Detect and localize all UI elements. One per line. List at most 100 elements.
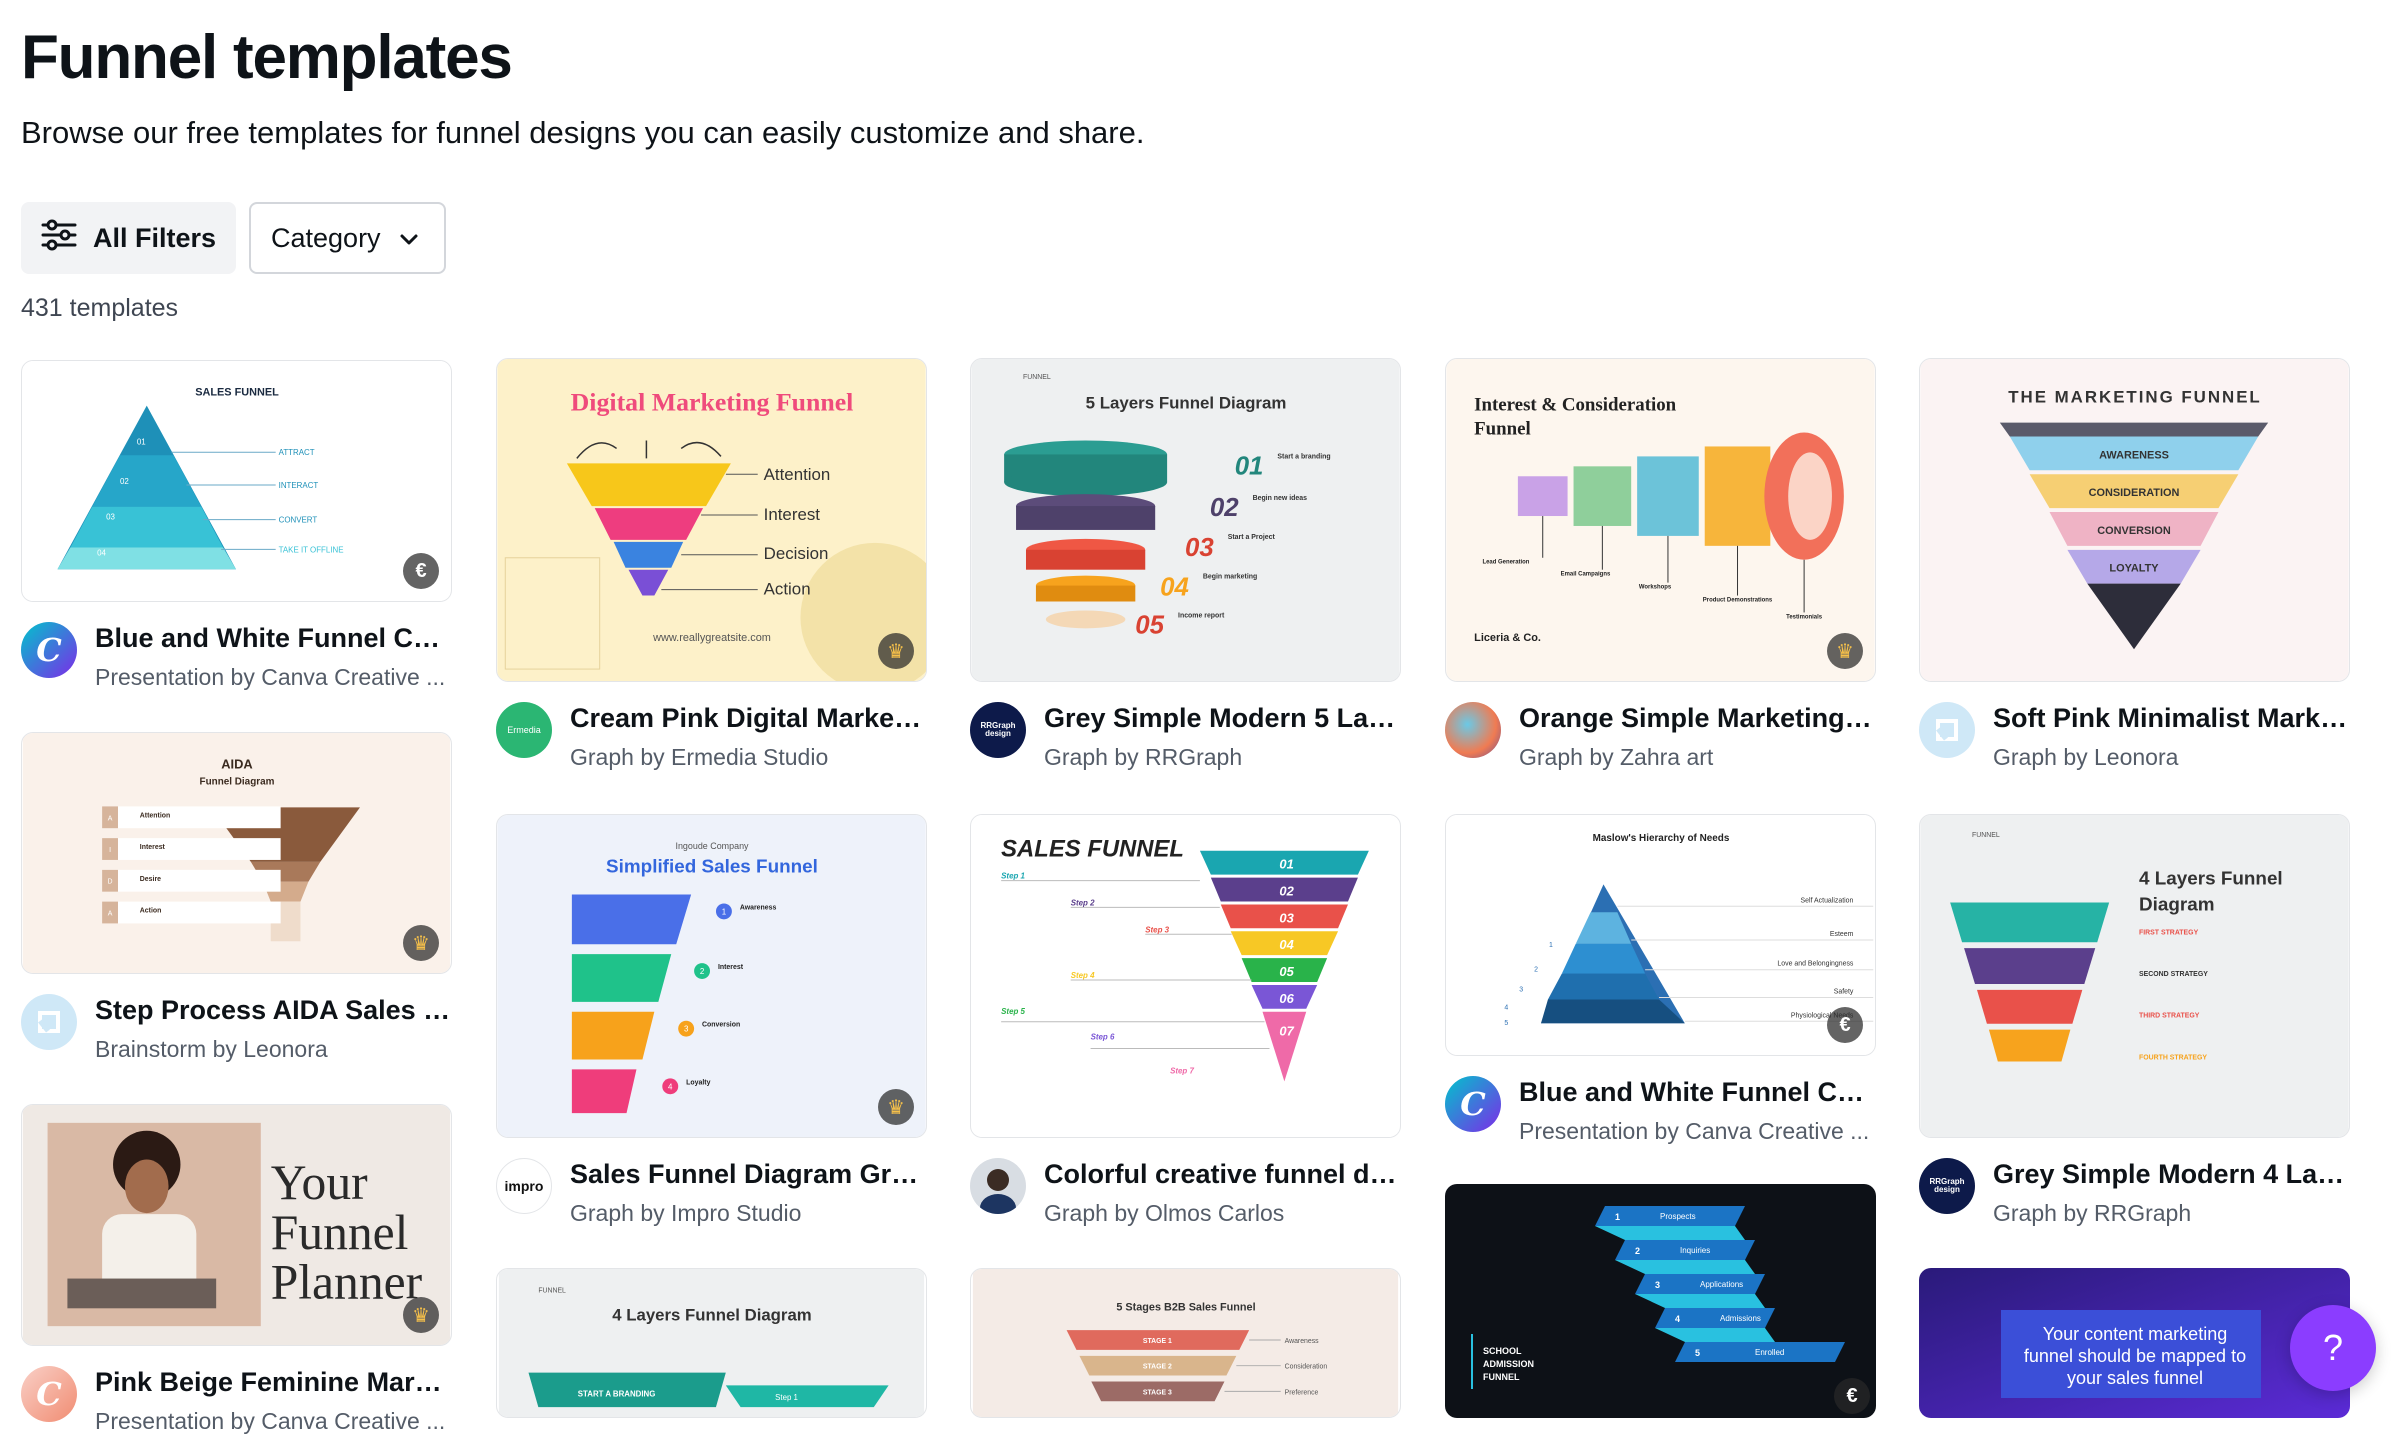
template-thumbnail[interactable]: Interest & Consideration Funnel Lead Gen… xyxy=(1445,358,1876,682)
svg-text:Step 1: Step 1 xyxy=(775,1393,798,1402)
svg-text:Prospects: Prospects xyxy=(1660,1212,1696,1221)
template-thumbnail[interactable]: Your content marketing funnel should be … xyxy=(1919,1268,2350,1418)
card-author[interactable]: Presentation by Canva Creative ... xyxy=(95,664,452,691)
card-author[interactable]: Graph by RRGraph xyxy=(1044,744,1401,771)
card-title[interactable]: Step Process AIDA Sales Fu... xyxy=(95,994,452,1028)
svg-text:Ingoude Company: Ingoude Company xyxy=(675,841,749,851)
template-card[interactable]: Prospects Inquiries Applications Admissions… xyxy=(1445,1184,1876,1418)
svg-text:Inquiries: Inquiries xyxy=(1680,1246,1710,1255)
svg-text:Start a Project: Start a Project xyxy=(1228,534,1276,541)
svg-text:Step 1: Step 1 xyxy=(1001,872,1025,881)
svg-text:THE MARKETING FUNNEL: THE MARKETING FUNNEL xyxy=(2008,388,2261,407)
svg-text:Attention: Attention xyxy=(140,812,170,819)
paid-badge: € xyxy=(1827,1007,1863,1043)
template-thumbnail[interactable]: Ingoude Company Simplified Sales Funnel … xyxy=(496,814,927,1138)
template-thumbnail[interactable]: SALES FUNNEL 01 02 03 04 05 06 07 Step 1 Step 2… xyxy=(970,814,1401,1138)
template-card[interactable]: 5 Stages B2B Sales Funnel STAGE 1 STAGE 2… xyxy=(970,1268,1401,1418)
template-card[interactable]: Digital Marketing Funnel Attention Intere… xyxy=(496,358,927,771)
template-card[interactable]: Interest & Consideration Funnel Lead Gen… xyxy=(1445,358,1876,771)
card-title[interactable]: Grey Simple Modern 5 Laye... xyxy=(1044,702,1401,736)
svg-text:AWARENESS: AWARENESS xyxy=(2099,449,2169,461)
template-card[interactable]: Your content marketing funnel should be … xyxy=(1919,1268,2350,1418)
template-card[interactable]: Maslow's Hierarchy of Needs Self Actuali… xyxy=(1445,814,1876,1145)
template-thumbnail[interactable]: THE MARKETING FUNNEL AWARENESS CONSIDERAT… xyxy=(1919,358,2350,682)
template-card[interactable]: SALES FUNNEL 01 02 03 04 05 06 07 Step 1 Step 2… xyxy=(970,814,1401,1227)
svg-text:LOYALTY: LOYALTY xyxy=(2109,563,2159,575)
card-author[interactable]: Brainstorm by Leonora xyxy=(95,1036,452,1063)
card-author[interactable]: Graph by Olmos Carlos xyxy=(1044,1200,1401,1227)
svg-text:funnel should be mapped to: funnel should be mapped to xyxy=(2024,1346,2246,1366)
svg-text:FUNNEL: FUNNEL xyxy=(1972,832,2000,839)
card-author[interactable]: Graph by Zahra art xyxy=(1519,744,1876,771)
svg-text:ATTRACT: ATTRACT xyxy=(279,448,315,457)
card-author[interactable]: Presentation by Canva Creative ... xyxy=(1519,1118,1876,1145)
svg-text:Interest: Interest xyxy=(140,844,166,851)
template-thumbnail[interactable]: AIDA Funnel Diagram AIDA Attention Intere… xyxy=(21,732,452,974)
avatar: Ermedia xyxy=(496,702,552,758)
template-card[interactable]: Your Funnel Planner ♛ C Pink Beige Femin… xyxy=(21,1104,452,1435)
svg-text:Begin new ideas: Begin new ideas xyxy=(1253,495,1308,502)
svg-text:START A BRANDING: START A BRANDING xyxy=(578,1389,656,1398)
svg-text:Interest: Interest xyxy=(718,964,744,971)
page-title: Funnel templates xyxy=(21,23,513,92)
template-card[interactable]: FUNNEL 5 Layers Funnel Diagram 01 02 03 … xyxy=(970,358,1401,771)
svg-text:Step 5: Step 5 xyxy=(1001,1007,1025,1016)
all-filters-button[interactable]: All Filters xyxy=(21,202,236,274)
svg-text:INTERACT: INTERACT xyxy=(279,481,319,490)
svg-text:Digital Marketing Funnel: Digital Marketing Funnel xyxy=(571,388,854,417)
template-thumbnail[interactable]: Prospects Inquiries Applications Admissions… xyxy=(1445,1184,1876,1418)
template-thumbnail[interactable]: SALES FUNNEL 01 02 03 04 ATTRACT INTERAC… xyxy=(21,360,452,602)
card-title[interactable]: Soft Pink Minimalist Market... xyxy=(1993,702,2350,736)
template-count: 431 templates xyxy=(21,294,179,322)
template-thumbnail[interactable]: FUNNEL 4 Layers Funnel Diagram START A B… xyxy=(496,1268,927,1418)
card-title[interactable]: Grey Simple Modern 4 Laye... xyxy=(1993,1158,2350,1192)
card-author[interactable]: Graph by RRGraph xyxy=(1993,1200,2350,1227)
avatar: RRGraph design xyxy=(970,702,1026,758)
card-author[interactable]: Graph by Impro Studio xyxy=(570,1200,927,1227)
svg-text:02: 02 xyxy=(120,477,129,486)
page-subtitle: Browse our free templates for funnel des… xyxy=(21,115,1145,150)
svg-text:Interest & Consideration: Interest & Consideration xyxy=(1474,395,1677,416)
svg-text:1: 1 xyxy=(1549,942,1553,949)
template-card[interactable]: AIDA Funnel Diagram AIDA Attention Intere… xyxy=(21,732,452,1063)
template-thumbnail[interactable]: Maslow's Hierarchy of Needs Self Actuali… xyxy=(1445,814,1876,1056)
svg-text:Workshops: Workshops xyxy=(1639,585,1672,591)
svg-text:Enrolled: Enrolled xyxy=(1755,1348,1784,1357)
category-dropdown[interactable]: Category xyxy=(249,202,446,274)
svg-text:1: 1 xyxy=(722,907,727,916)
crown-icon: ♛ xyxy=(403,925,439,961)
card-title[interactable]: Blue and White Funnel Char... xyxy=(95,622,452,656)
card-title[interactable]: Orange Simple Marketing F... xyxy=(1519,702,1876,736)
svg-text:4 Layers Funnel: 4 Layers Funnel xyxy=(2139,869,2283,890)
help-button[interactable]: ? xyxy=(2290,1305,2376,1391)
card-author[interactable]: Graph by Ermedia Studio xyxy=(570,744,927,771)
svg-text:01: 01 xyxy=(1235,452,1264,480)
card-title[interactable]: Cream Pink Digital Marketi... xyxy=(570,702,927,736)
template-card[interactable]: Ingoude Company Simplified Sales Funnel … xyxy=(496,814,927,1227)
template-thumbnail[interactable]: Digital Marketing Funnel Attention Intere… xyxy=(496,358,927,682)
svg-text:5: 5 xyxy=(1504,1020,1508,1027)
svg-text:Your: Your xyxy=(271,1155,368,1210)
template-card[interactable]: FUNNEL 4 Layers Funnel Diagram FIRST STR… xyxy=(1919,814,2350,1227)
template-card[interactable]: FUNNEL 4 Layers Funnel Diagram START A B… xyxy=(496,1268,927,1418)
card-title[interactable]: Pink Beige Feminine Market... xyxy=(95,1366,452,1400)
template-thumbnail[interactable]: 5 Stages B2B Sales Funnel STAGE 1 STAGE 2… xyxy=(970,1268,1401,1418)
template-card[interactable]: THE MARKETING FUNNEL AWARENESS CONSIDERAT… xyxy=(1919,358,2350,771)
svg-text:2: 2 xyxy=(700,967,705,976)
svg-text:4: 4 xyxy=(1675,1314,1680,1324)
card-title[interactable]: Blue and White Funnel Char... xyxy=(1519,1076,1876,1110)
template-thumbnail[interactable]: FUNNEL 5 Layers Funnel Diagram 01 02 03 … xyxy=(970,358,1401,682)
svg-text:I: I xyxy=(109,847,111,854)
svg-text:2: 2 xyxy=(1635,1246,1640,1256)
template-thumbnail[interactable]: Your Funnel Planner ♛ xyxy=(21,1104,452,1346)
svg-text:Attention: Attention xyxy=(764,465,831,484)
svg-text:ADMISSION: ADMISSION xyxy=(1483,1359,1534,1369)
card-author[interactable]: Graph by Leonora xyxy=(1993,744,2350,771)
template-thumbnail[interactable]: FUNNEL 4 Layers Funnel Diagram FIRST STR… xyxy=(1919,814,2350,1138)
template-card[interactable]: SALES FUNNEL 01 02 03 04 ATTRACT INTERAC… xyxy=(21,360,452,691)
card-title[interactable]: Colorful creative funnel dia... xyxy=(1044,1158,1401,1192)
card-title[interactable]: Sales Funnel Diagram Graph xyxy=(570,1158,927,1192)
svg-text:05: 05 xyxy=(1279,964,1294,979)
svg-text:06: 06 xyxy=(1279,991,1294,1006)
svg-text:5 Layers Funnel Diagram: 5 Layers Funnel Diagram xyxy=(1086,394,1287,413)
